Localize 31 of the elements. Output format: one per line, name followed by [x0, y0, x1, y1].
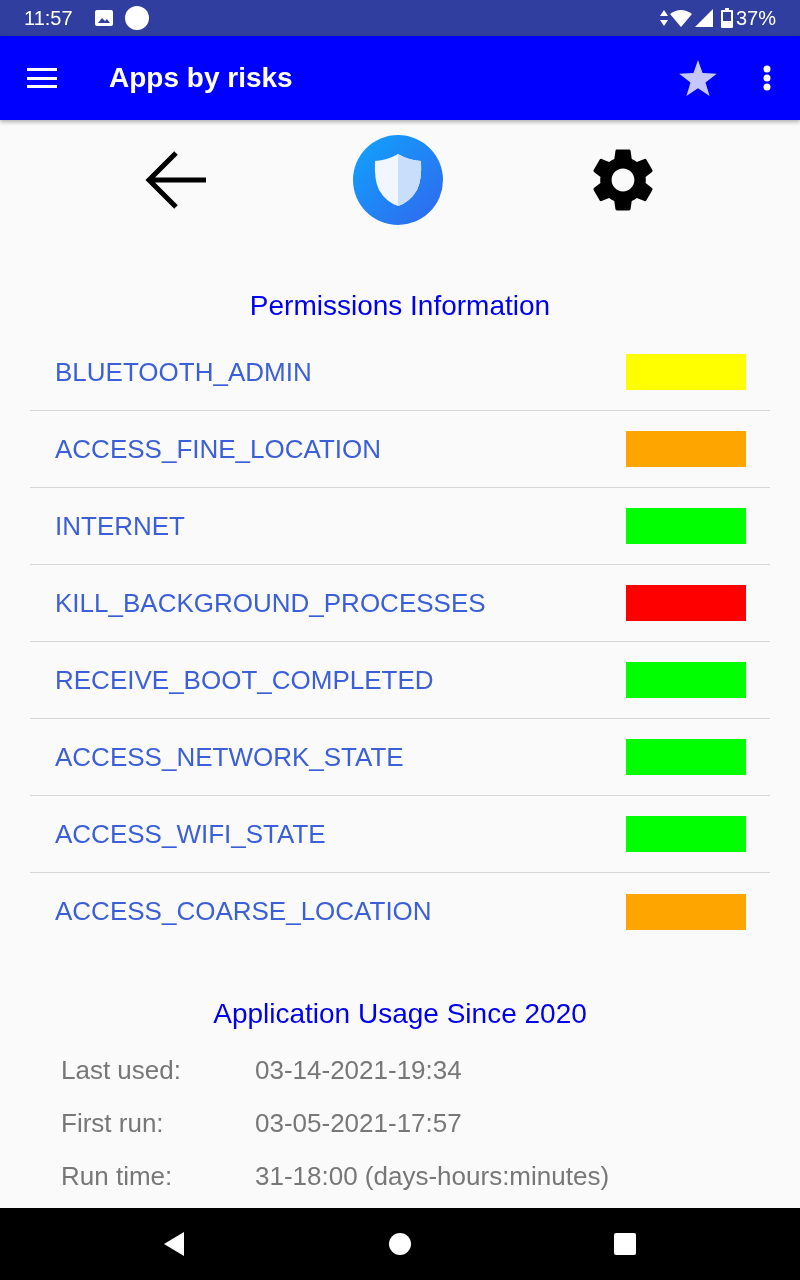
- app-title: Apps by risks: [109, 61, 293, 95]
- battery-percent-text: 37%: [735, 6, 776, 31]
- home-nav-icon[interactable]: [389, 1233, 411, 1255]
- circle-icon: [124, 6, 149, 30]
- permission-name: ACCESS_COARSE_LOCATION: [55, 895, 433, 928]
- more-options-icon[interactable]: [763, 65, 771, 91]
- usage-label: First run:: [61, 1107, 165, 1140]
- data-arrows-icon: [659, 10, 668, 26]
- permission-name: BLUETOOTH_ADMIN: [55, 355, 313, 389]
- star-icon[interactable]: [679, 60, 717, 96]
- back-nav-icon[interactable]: [164, 1232, 184, 1256]
- usage-value: 31-18:00 (days-hours:minutes): [255, 1160, 610, 1193]
- back-arrow-icon[interactable]: [145, 150, 207, 210]
- usage-label: Last used:: [61, 1054, 182, 1087]
- usage-label: Run time:: [61, 1160, 174, 1193]
- usage-value: 03-14-2021-19:34: [255, 1054, 462, 1087]
- section-heading: Permissions Information: [249, 292, 551, 320]
- permission-name: RECEIVE_BOOT_COMPLETED: [55, 663, 435, 697]
- permission-name: ACCESS_FINE_LOCATION: [55, 432, 383, 466]
- clock-text: 11:57: [24, 6, 73, 31]
- battery-icon: [720, 8, 733, 28]
- menu-icon[interactable]: [27, 68, 57, 88]
- shield-icon[interactable]: [352, 134, 444, 226]
- permission-name: ACCESS_WIFI_STATE: [55, 817, 327, 851]
- image-icon: [94, 10, 113, 26]
- signal-icon: [694, 9, 713, 27]
- permission-name: ACCESS_NETWORK_STATE: [55, 740, 405, 774]
- permission-name: KILL_BACKGROUND_PROCESSES: [55, 586, 487, 620]
- permission-name: INTERNET: [55, 509, 186, 543]
- section-heading: Application Usage Since 2020: [213, 1000, 587, 1028]
- usage-value: 03-05-2021-17:57: [255, 1107, 462, 1140]
